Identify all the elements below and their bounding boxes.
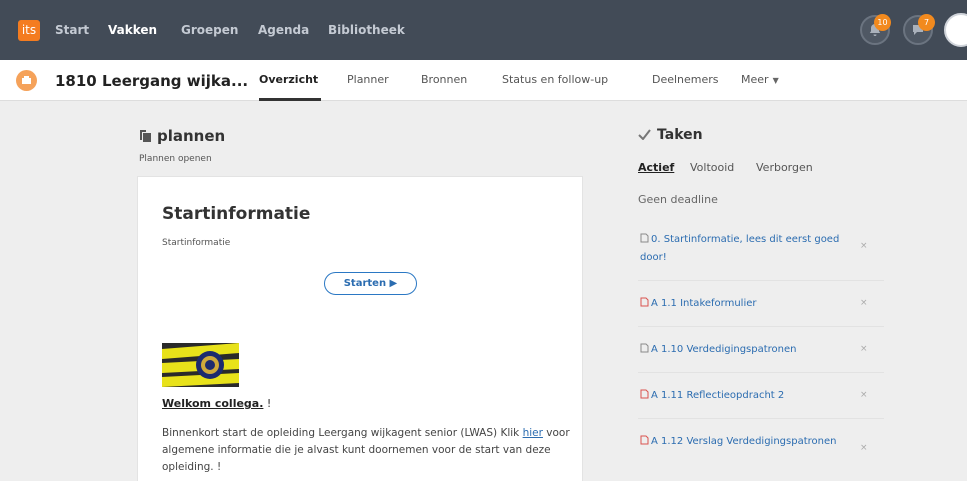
document-icon xyxy=(640,343,649,353)
welkom-collega-link[interactable]: Welkom collega. xyxy=(162,397,263,410)
course-title: 1810 Leergang wijka... xyxy=(55,72,249,90)
nav-agenda[interactable]: Agenda xyxy=(258,23,309,37)
tab-overzicht[interactable]: Overzicht xyxy=(259,73,318,86)
nav-bibliotheek[interactable]: Bibliotheek xyxy=(328,23,405,37)
task-item: A 1.12 Verslag Verdedigingspatronen × xyxy=(638,419,884,481)
tab-meer-label: Meer xyxy=(741,73,769,86)
close-icon[interactable]: × xyxy=(860,241,868,251)
taken-heading-text: Taken xyxy=(657,127,703,143)
plannen-heading: plannen xyxy=(139,127,225,145)
task-item: A 1.11 Reflectieopdracht 2 × xyxy=(638,373,884,419)
welcome-suffix: ! xyxy=(263,397,272,410)
caret-down-icon: ▼ xyxy=(772,76,779,85)
plannen-openen-link[interactable]: Plannen openen xyxy=(139,154,212,164)
tab-meer[interactable]: Meer ▼ xyxy=(741,73,779,86)
top-navigation-bar: its Start Vakken Groepen Agenda Biblioth… xyxy=(0,0,967,60)
tab-voltooid[interactable]: Voltooid xyxy=(690,161,734,174)
document-icon xyxy=(640,233,649,243)
copy-icon xyxy=(140,130,151,142)
close-icon[interactable]: × xyxy=(860,443,868,453)
hier-link[interactable]: hier xyxy=(523,427,543,439)
assignment-icon xyxy=(640,389,649,399)
card-subtitle: Startinformatie xyxy=(162,238,231,248)
notifications-badge: 10 xyxy=(874,14,891,31)
card-title: Startinformatie xyxy=(162,204,311,224)
task-link[interactable]: A 1.10 Verdedigingspatronen xyxy=(640,341,860,359)
task-item: 0. Startinformatie, lees dit eerst goed … xyxy=(638,219,884,281)
tab-status-en-follow-up[interactable]: Status en follow-up xyxy=(502,73,608,86)
task-item: A 1.1 Intakeformulier × xyxy=(638,281,884,327)
police-emblem-image xyxy=(162,343,239,387)
task-link[interactable]: A 1.11 Reflectieopdracht 2 xyxy=(640,387,860,405)
starten-button[interactable]: Starten ▶ xyxy=(324,272,417,295)
active-tab-underline xyxy=(259,98,321,101)
plannen-heading-text: plannen xyxy=(157,127,226,145)
assignment-icon xyxy=(640,435,649,445)
messages-badge: 7 xyxy=(918,14,935,31)
task-link[interactable]: 0. Startinformatie, lees dit eerst goed … xyxy=(640,231,860,267)
its-logo[interactable]: its xyxy=(18,20,40,41)
checkmark-icon xyxy=(638,129,651,141)
task-link[interactable]: A 1.1 Intakeformulier xyxy=(640,295,860,313)
tab-deelnemers[interactable]: Deelnemers xyxy=(652,73,719,86)
intro-paragraph: Binnenkort start de opleiding Leergang w… xyxy=(162,425,582,476)
nav-start[interactable]: Start xyxy=(55,23,89,37)
course-icon xyxy=(16,70,37,91)
task-title: A 1.12 Verslag Verdedigingspatronen xyxy=(651,436,837,447)
task-link[interactable]: A 1.12 Verslag Verdedigingspatronen xyxy=(640,433,860,451)
task-title: A 1.11 Reflectieopdracht 2 xyxy=(651,390,785,401)
close-icon[interactable]: × xyxy=(860,390,868,400)
task-title: A 1.1 Intakeformulier xyxy=(651,298,757,309)
nav-groepen[interactable]: Groepen xyxy=(181,23,238,37)
taken-heading: Taken xyxy=(638,127,703,143)
tab-bronnen[interactable]: Bronnen xyxy=(421,73,467,86)
course-header: 1810 Leergang wijka... Overzicht Planner… xyxy=(0,60,967,101)
user-avatar[interactable] xyxy=(944,13,967,47)
deadline-group-label: Geen deadline xyxy=(638,193,718,206)
task-title: A 1.10 Verdedigingspatronen xyxy=(651,344,797,355)
assignment-icon xyxy=(640,297,649,307)
task-item: A 1.10 Verdedigingspatronen × xyxy=(638,327,884,373)
close-icon[interactable]: × xyxy=(860,344,868,354)
tab-verborgen[interactable]: Verborgen xyxy=(756,161,813,174)
startinformatie-card: Startinformatie Startinformatie Starten … xyxy=(137,176,583,481)
intro-paragraph-start: Binnenkort start de opleiding Leergang w… xyxy=(162,427,523,439)
tab-planner[interactable]: Planner xyxy=(347,73,389,86)
close-icon[interactable]: × xyxy=(860,298,868,308)
task-title: 0. Startinformatie, lees dit eerst goed … xyxy=(640,234,840,263)
welcome-text: Welkom collega. ! xyxy=(162,397,271,410)
nav-vakken[interactable]: Vakken xyxy=(108,23,157,37)
tab-actief[interactable]: Actief xyxy=(638,161,674,174)
